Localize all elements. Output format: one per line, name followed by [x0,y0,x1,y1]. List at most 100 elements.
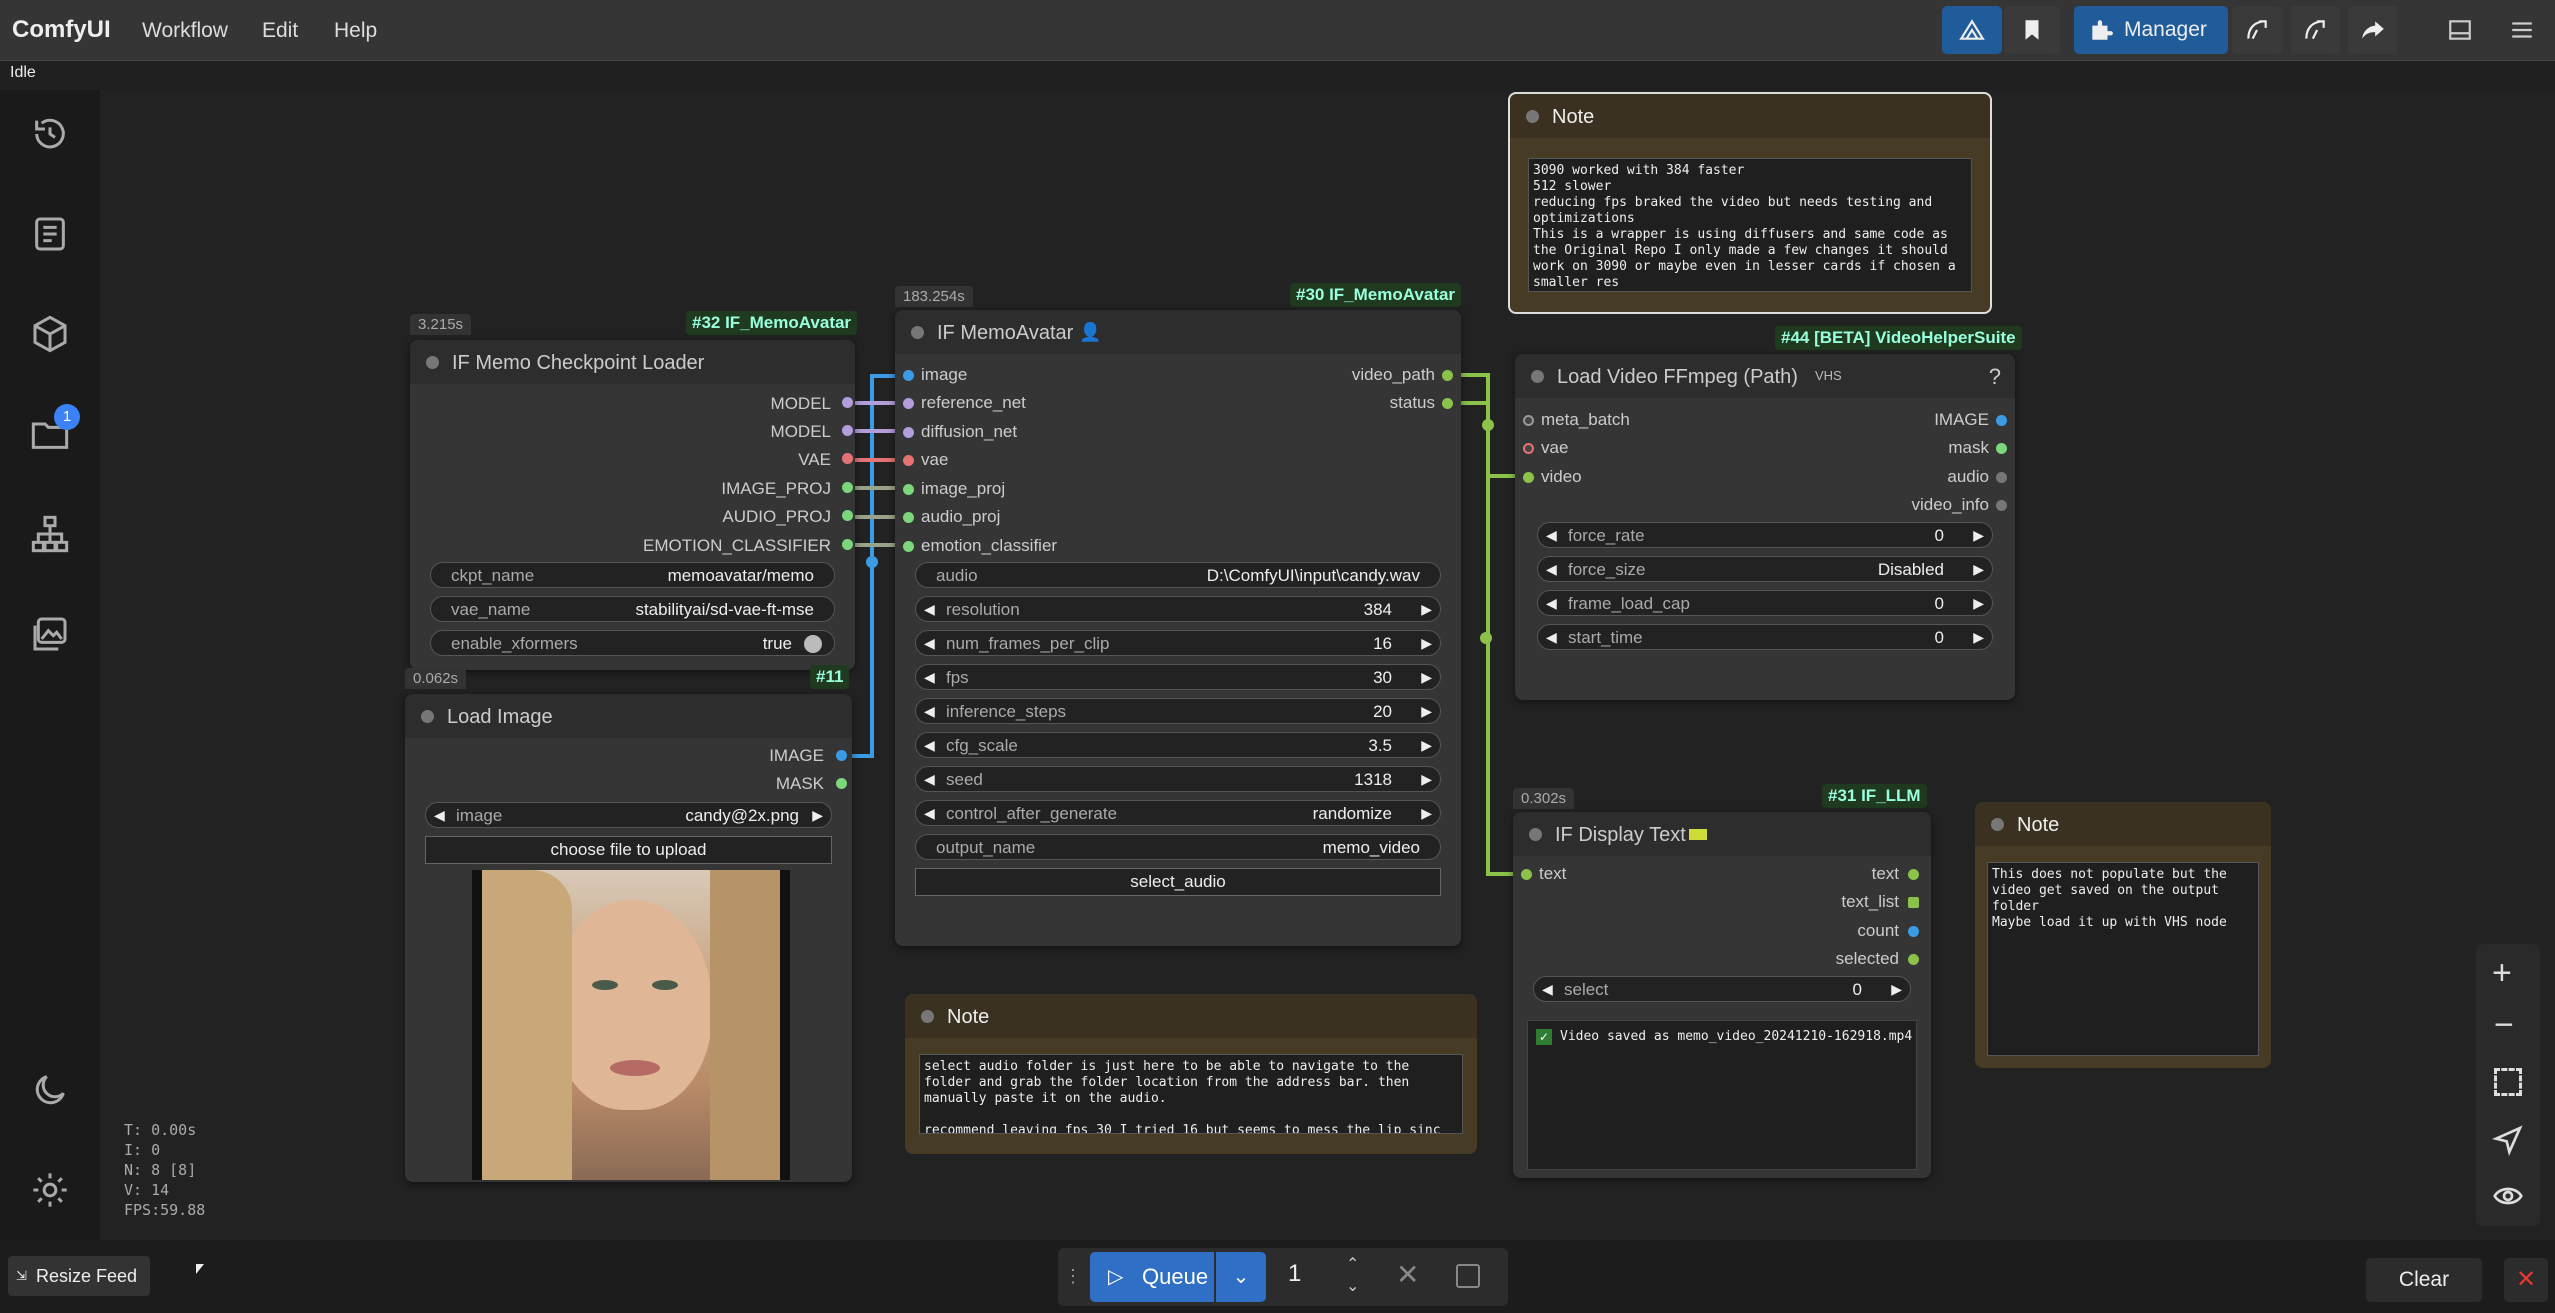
arrow-right-icon[interactable]: ▶ [1973,561,1984,578]
arrow-left-icon[interactable]: ◀ [1546,527,1557,544]
output-slot[interactable] [1908,869,1919,880]
output-slot[interactable] [1996,443,2007,454]
input-slot[interactable] [903,427,914,438]
arrow-left-icon[interactable]: ◀ [1546,629,1557,646]
widget-resolution[interactable]: ◀ resolution 384 ▶ [915,596,1441,622]
widget-start-time[interactable]: ◀ start_time 0 ▶ [1537,624,1993,650]
node-collapse-dot[interactable] [426,356,439,369]
zoom-out-icon[interactable]: − [2494,1006,2514,1045]
node-checkpoint-loader[interactable]: IF Memo Checkpoint Loader MODEL MODEL VA… [410,340,855,670]
document-icon[interactable] [26,210,74,258]
input-slot[interactable] [903,370,914,381]
arrow-left-icon[interactable]: ◀ [434,807,445,824]
input-slot[interactable] [903,484,914,495]
share-icon[interactable] [2348,6,2398,54]
arrow-left-icon[interactable]: ◀ [924,771,935,788]
toggle-knob[interactable] [804,635,822,653]
resize-feed-button[interactable]: ⇲ Resize Feed [8,1256,150,1296]
arrow-left-icon[interactable]: ◀ [924,703,935,720]
gear-icon[interactable] [26,1166,74,1214]
hamburger-icon[interactable] [2498,6,2546,54]
help-icon[interactable]: ? [1989,364,2001,390]
output-slot[interactable] [1996,500,2007,511]
arrow-right-icon[interactable]: ▶ [1421,601,1432,618]
output-slot[interactable] [1908,926,1919,937]
node-collapse-dot[interactable] [1991,818,2004,831]
upload-button[interactable]: choose file to upload [425,836,832,864]
output-slot[interactable] [1908,897,1919,908]
arrow-right-icon[interactable]: ▶ [1421,669,1432,686]
arrow-left-icon[interactable]: ◀ [924,669,935,686]
widget-image[interactable]: ◀ image candy@2x.png ▶ [425,802,832,828]
manager-button[interactable]: Manager [2074,6,2228,54]
note-text[interactable]: select audio folder is just here to be a… [919,1054,1463,1134]
widget-frame-load-cap[interactable]: ◀ frame_load_cap 0 ▶ [1537,590,1993,616]
cube-icon[interactable] [26,310,74,358]
widget-enable-xformers[interactable]: enable_xformers true [430,630,835,656]
note-text[interactable]: This does not populate but the video get… [1987,862,2259,1056]
batch-count[interactable]: 1 [1288,1260,1301,1288]
drag-handle-icon[interactable]: ⋮ [1064,1266,1082,1287]
menu-help[interactable]: Help [334,19,377,43]
output-slot[interactable] [842,510,853,521]
arrow-right-icon[interactable]: ▶ [1421,771,1432,788]
input-slot[interactable] [903,512,914,523]
input-slot[interactable] [1521,869,1532,880]
arrow-left-icon[interactable]: ◀ [924,601,935,618]
node-display-text[interactable]: IF Display Text text text text_list coun… [1513,812,1931,1178]
note-node-1[interactable]: Note 3090 worked with 384 faster 512 slo… [1508,92,1992,314]
node-memo-avatar[interactable]: IF MemoAvatar 👤 image reference_net diffu… [895,310,1461,946]
output-slot[interactable] [842,539,853,550]
widget-force-size[interactable]: ◀ force_size Disabled ▶ [1537,556,1993,582]
navigate-icon[interactable] [2492,1124,2524,1156]
widget-control-after-generate[interactable]: ◀ control_after_generate randomize ▶ [915,800,1441,826]
arrow-left-icon[interactable]: ◀ [924,635,935,652]
stop-icon[interactable] [1456,1264,1480,1288]
output-slot[interactable] [842,482,853,493]
widget-audio[interactable]: audio D:\ComfyUI\input\candy.wav [915,562,1441,588]
sync-icon[interactable] [2232,6,2282,54]
widget-force-rate[interactable]: ◀ force_rate 0 ▶ [1537,522,1993,548]
arrow-right-icon[interactable]: ▶ [1973,595,1984,612]
close-icon[interactable]: ✕ [2504,1258,2548,1302]
output-slot[interactable] [836,750,847,761]
menu-edit[interactable]: Edit [262,19,298,43]
hierarchy-icon[interactable] [26,510,74,558]
arrow-right-icon[interactable]: ▶ [1421,737,1432,754]
output-slot[interactable] [1442,398,1453,409]
output-slot[interactable] [1996,415,2007,426]
node-collapse-dot[interactable] [921,1010,934,1023]
widget-num-frames[interactable]: ◀ num_frames_per_clip 16 ▶ [915,630,1441,656]
menu-workflow[interactable]: Workflow [142,19,228,43]
bookmark-icon[interactable] [2004,6,2060,54]
mountain-icon[interactable] [1942,6,2002,54]
arrow-left-icon[interactable]: ◀ [924,805,935,822]
decrement-icon[interactable]: ⌄ [1346,1276,1359,1296]
output-slot[interactable] [842,453,853,464]
node-collapse-dot[interactable] [421,710,434,723]
input-slot[interactable] [1523,415,1534,426]
node-collapse-dot[interactable] [1531,370,1544,383]
node-collapse-dot[interactable] [1529,828,1542,841]
output-slot[interactable] [836,778,847,789]
arrow-right-icon[interactable]: ▶ [1973,527,1984,544]
output-slot[interactable] [842,425,853,436]
arrow-left-icon[interactable]: ◀ [1542,981,1553,998]
input-slot[interactable] [1523,443,1534,454]
output-slot[interactable] [842,397,853,408]
select-audio-button[interactable]: select_audio [915,868,1441,896]
arrow-right-icon[interactable]: ▶ [1421,805,1432,822]
sync-alt-icon[interactable] [2290,6,2340,54]
input-slot[interactable] [903,455,914,466]
widget-vae-name[interactable]: vae_name stabilityai/sd-vae-ft-mse [430,596,835,622]
widget-cfg-scale[interactable]: ◀ cfg_scale 3.5 ▶ [915,732,1441,758]
widget-fps[interactable]: ◀ fps 30 ▶ [915,664,1441,690]
arrow-right-icon[interactable]: ▶ [1421,635,1432,652]
node-load-image[interactable]: Load Image IMAGE MASK ◀ image candy@2x.png… [405,694,852,1182]
gallery-icon[interactable] [26,610,74,658]
clear-button[interactable]: Clear [2366,1258,2482,1302]
widget-select[interactable]: ◀ select 0 ▶ [1533,976,1911,1002]
output-slot[interactable] [1908,954,1919,965]
arrow-left-icon[interactable]: ◀ [1546,595,1557,612]
panel-icon[interactable] [2436,6,2484,54]
